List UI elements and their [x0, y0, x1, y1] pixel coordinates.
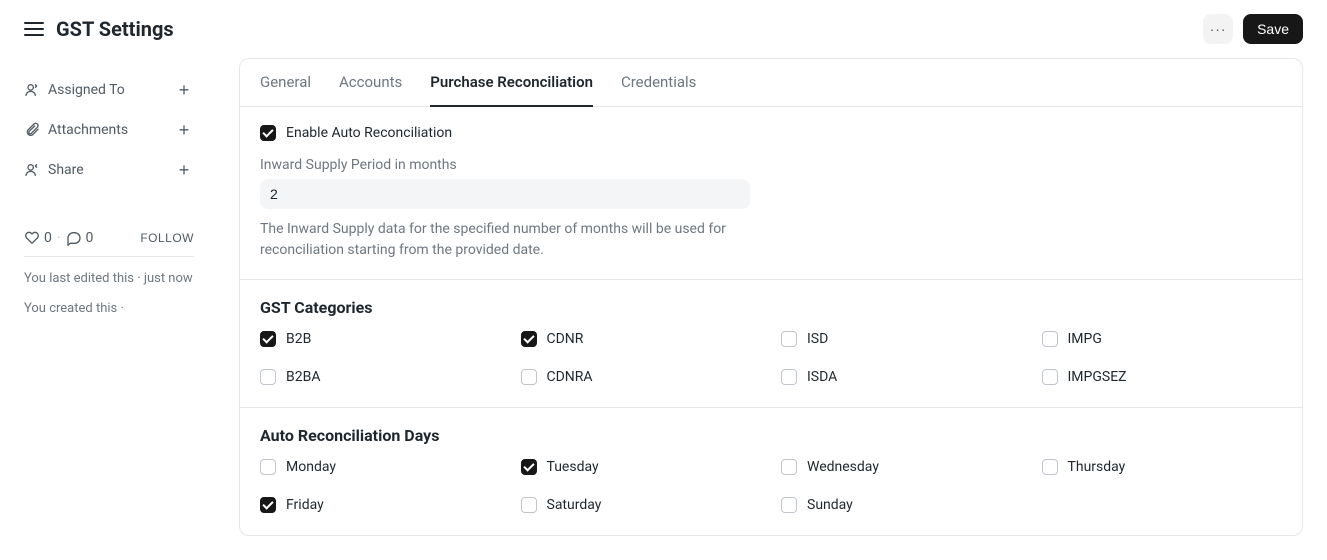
tab-purchase-reconciliation[interactable]: Purchase Reconciliation	[430, 59, 593, 107]
sidebar-item-label: Attachments	[48, 122, 128, 138]
day-label: Monday	[286, 459, 336, 475]
comment-icon	[66, 230, 82, 246]
sidebar-item-assigned-to[interactable]: Assigned To +	[24, 70, 194, 110]
comment-button[interactable]: 0	[66, 230, 94, 246]
day-label: Sunday	[807, 497, 853, 513]
day-checkbox-monday[interactable]	[260, 459, 276, 475]
heart-icon	[24, 230, 40, 246]
day-monday: Monday	[260, 459, 501, 475]
main-panel: General Accounts Purchase Reconciliation…	[239, 58, 1303, 536]
sidebar-item-attachments[interactable]: Attachments +	[24, 110, 194, 150]
category-b2b: B2B	[260, 331, 501, 347]
add-assignee-button[interactable]: +	[174, 80, 194, 100]
attachment-icon	[24, 122, 40, 138]
category-impgsez: IMPGSEZ	[1042, 369, 1283, 385]
day-label: Wednesday	[807, 459, 879, 475]
auto-recon-days-title: Auto Reconciliation Days	[260, 426, 1282, 445]
category-isda: ISDA	[781, 369, 1022, 385]
category-cdnr: CDNR	[521, 331, 762, 347]
tab-accounts[interactable]: Accounts	[339, 59, 402, 107]
category-label: ISD	[807, 331, 828, 347]
section-auto-recon-days: Auto Reconciliation Days Monday Tuesday We…	[240, 408, 1302, 535]
header: GST Settings ··· Save	[0, 0, 1327, 58]
category-checkbox-cdnr[interactable]	[521, 331, 537, 347]
period-field-label: Inward Supply Period in months	[260, 157, 1282, 173]
like-count: 0	[44, 230, 52, 246]
social-row: 0 · 0 FOLLOW	[24, 220, 194, 257]
add-share-button[interactable]: +	[174, 160, 194, 180]
category-checkbox-impgsez[interactable]	[1042, 369, 1058, 385]
day-checkbox-thursday[interactable]	[1042, 459, 1058, 475]
category-label: CDNR	[547, 331, 584, 347]
day-label: Saturday	[547, 497, 602, 513]
category-cdnra: CDNRA	[521, 369, 762, 385]
period-field-input[interactable]	[260, 179, 750, 209]
menu-toggle-icon[interactable]	[24, 19, 44, 39]
save-button[interactable]: Save	[1243, 14, 1303, 44]
day-checkbox-wednesday[interactable]	[781, 459, 797, 475]
category-checkbox-isd[interactable]	[781, 331, 797, 347]
separator-dot: ·	[57, 230, 61, 246]
page-title: GST Settings	[56, 17, 174, 41]
day-checkbox-sunday[interactable]	[781, 497, 797, 513]
day-label: Thursday	[1068, 459, 1126, 475]
day-label: Tuesday	[547, 459, 599, 475]
section-gst-categories: GST Categories B2B CDNR ISD IMPG B2BA CDNRA IS…	[240, 280, 1302, 408]
add-attachment-button[interactable]: +	[174, 120, 194, 140]
category-checkbox-b2ba[interactable]	[260, 369, 276, 385]
category-label: ISDA	[807, 369, 837, 385]
day-saturday: Saturday	[521, 497, 762, 513]
day-checkbox-saturday[interactable]	[521, 497, 537, 513]
sidebar: Assigned To + Attachments +	[24, 58, 194, 536]
tabs: General Accounts Purchase Reconciliation…	[240, 59, 1302, 107]
more-actions-button[interactable]: ···	[1203, 14, 1233, 44]
gst-categories-title: GST Categories	[260, 298, 1282, 317]
category-b2ba: B2BA	[260, 369, 501, 385]
meta-created: You created this ·	[24, 295, 194, 325]
assigned-to-icon	[24, 82, 40, 98]
category-label: B2BA	[286, 369, 320, 385]
tab-credentials[interactable]: Credentials	[621, 59, 696, 107]
section-reconcile-settings: Enable Auto Reconciliation Inward Supply…	[240, 107, 1302, 280]
category-label: B2B	[286, 331, 311, 347]
sidebar-item-label: Share	[48, 162, 84, 178]
day-wednesday: Wednesday	[781, 459, 1022, 475]
day-label: Friday	[286, 497, 324, 513]
sidebar-item-share[interactable]: Share +	[24, 150, 194, 190]
sidebar-item-label: Assigned To	[48, 82, 125, 98]
day-tuesday: Tuesday	[521, 459, 762, 475]
period-field-help: The Inward Supply data for the specified…	[260, 219, 760, 261]
category-checkbox-cdnra[interactable]	[521, 369, 537, 385]
category-label: IMPGSEZ	[1068, 369, 1127, 385]
category-checkbox-isda[interactable]	[781, 369, 797, 385]
category-isd: ISD	[781, 331, 1022, 347]
category-checkbox-b2b[interactable]	[260, 331, 276, 347]
category-checkbox-impg[interactable]	[1042, 331, 1058, 347]
category-impg: IMPG	[1042, 331, 1283, 347]
enable-auto-recon-label: Enable Auto Reconciliation	[286, 125, 452, 141]
category-label: IMPG	[1068, 331, 1102, 347]
day-thursday: Thursday	[1042, 459, 1283, 475]
day-checkbox-tuesday[interactable]	[521, 459, 537, 475]
comment-count: 0	[86, 230, 94, 246]
meta-last-edited: You last edited this · just now	[24, 257, 194, 295]
enable-auto-recon-checkbox[interactable]	[260, 125, 276, 141]
day-sunday: Sunday	[781, 497, 1022, 513]
day-friday: Friday	[260, 497, 501, 513]
category-label: CDNRA	[547, 369, 593, 385]
share-icon	[24, 162, 40, 178]
like-button[interactable]: 0	[24, 230, 52, 246]
tab-general[interactable]: General	[260, 59, 311, 107]
follow-button[interactable]: FOLLOW	[140, 231, 194, 245]
day-checkbox-friday[interactable]	[260, 497, 276, 513]
